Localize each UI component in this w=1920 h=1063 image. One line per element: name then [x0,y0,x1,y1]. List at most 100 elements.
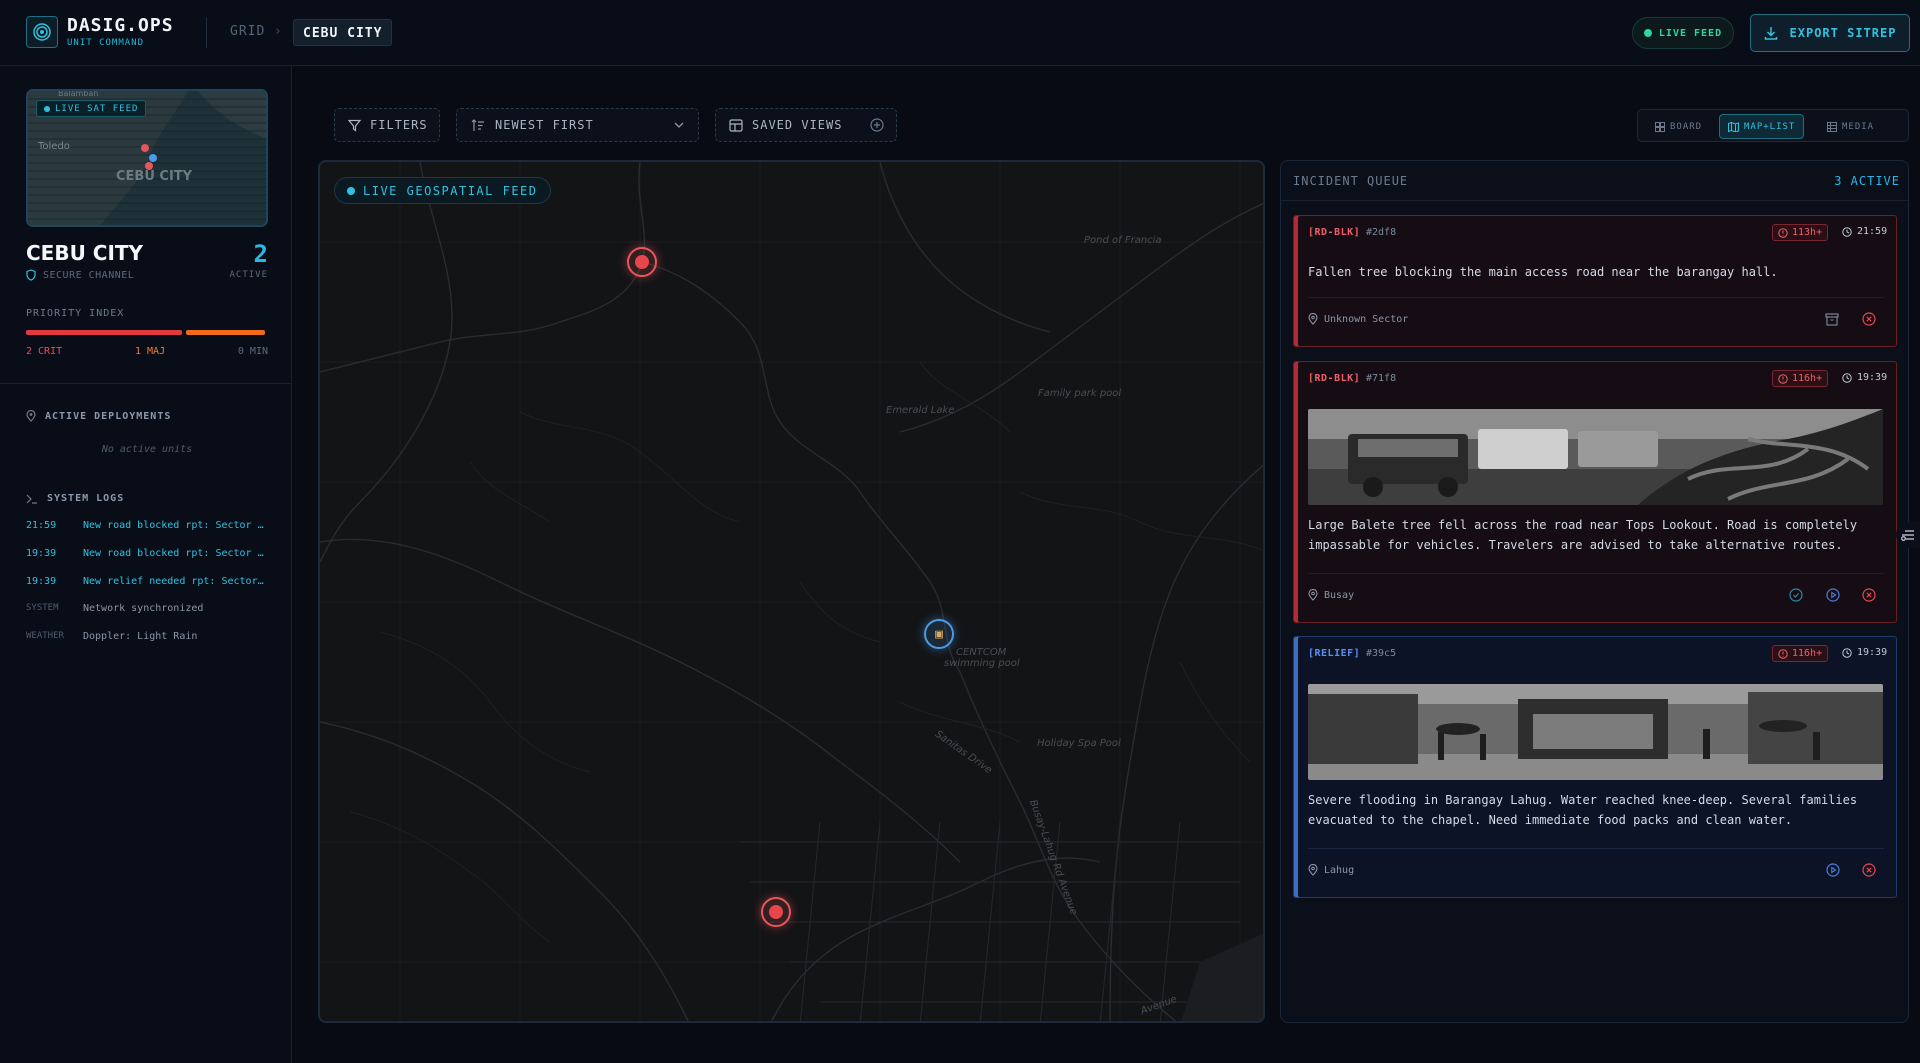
incident-location: Unknown Sector [1308,313,1408,325]
no-units-message: No active units [101,444,193,455]
map-label: swimming pool [944,658,1020,669]
filters-button[interactable]: FILTERS [334,108,440,142]
log-time: 19:39 [26,576,57,587]
age-label: 116h+ [1792,373,1823,384]
panel-settings-handle[interactable] [1896,522,1920,548]
log-entry[interactable]: 19:39 New relief needed rpt: Sector… [26,576,276,587]
incident-time: 19:39 [1842,647,1887,658]
age-badge: 113h+ [1772,224,1829,241]
map-label: Emerald Lake [886,405,955,416]
age-label: 116h+ [1792,648,1823,659]
view-map-list-button[interactable]: MAP+LIST [1719,114,1805,139]
clock-icon [1842,226,1852,237]
log-time: SYSTEM [26,603,59,613]
breadcrumb-grid[interactable]: GRID [230,24,265,39]
divider [206,18,207,48]
play-icon[interactable] [1825,862,1841,878]
view-media-label: MEDIA [1842,121,1875,132]
view-media-button[interactable]: MEDIA [1827,114,1874,139]
sort-label: NEWEST FIRST [495,118,594,132]
incident-pin-relief[interactable]: ▣ [924,619,954,649]
dismiss-icon[interactable] [1861,587,1877,603]
incident-card[interactable]: [RD-BLK] #71f8 116h+ 19:39 Large Balete … [1293,361,1897,623]
incident-card[interactable]: [RD-BLK] #2df8 113h+ 21:59 Fallen tree b… [1293,215,1897,347]
minimap-label-balamban: Balamban [58,89,99,98]
map-label: CENTCOM [956,647,1007,658]
map-icon [1728,121,1739,132]
priority-crit-label: 2 CRIT [26,346,63,357]
satellite-minimap[interactable]: Toledo CEBU CITY Balamban LIVE SAT FEED [26,89,268,227]
play-icon[interactable] [1825,587,1841,603]
export-sitrep-label: EXPORT SITREP [1789,26,1897,40]
chevron-down-icon [674,122,684,128]
grid-icon [1655,121,1665,132]
live-feed-indicator: LIVE FEED [1632,17,1734,49]
map-label: Pond of Francia [1084,235,1162,246]
incident-time: 21:59 [1842,226,1887,237]
sat-dot-icon [44,105,50,112]
card-divider [1308,297,1884,298]
priority-bar-critical [26,330,182,335]
saved-views-button[interactable]: SAVED VIEWS [715,108,897,142]
incident-description: Fallen tree blocking the main access roa… [1308,265,1778,279]
active-deployments-title: ACTIVE DEPLOYMENTS [45,410,172,422]
log-message: Network synchronized [83,603,204,614]
sidebar: Toledo CEBU CITY Balamban LIVE SAT FEED … [0,66,292,1063]
incident-photo-flooding[interactable] [1308,684,1883,780]
incident-location: Lahug [1308,864,1354,876]
incident-tag: [RD-BLK] [1308,373,1361,384]
dismiss-icon[interactable] [1861,311,1877,327]
incident-pin-roadblock[interactable] [761,897,791,927]
age-label: 113h+ [1792,227,1823,238]
package-icon: ▣ [935,626,943,642]
export-sitrep-button[interactable]: EXPORT SITREP [1750,14,1910,52]
add-circle-icon[interactable] [870,118,884,132]
check-icon[interactable] [1788,587,1804,603]
sort-select[interactable]: NEWEST FIRST [456,108,699,142]
location-label: Busay [1324,589,1355,601]
clock-icon [1842,647,1852,658]
incident-description: Large Balete tree fell across the road n… [1308,518,1858,552]
time-label: 19:39 [1857,372,1888,383]
card-divider [1308,848,1884,849]
minimap-label-toledo: Toledo [38,141,70,152]
incident-id: #71f8 [1366,373,1397,384]
priority-index-title: PRIORITY INDEX [26,308,125,319]
sliders-icon [1901,530,1914,541]
priority-min-label: 0 MIN [237,346,268,357]
log-time: 21:59 [26,520,57,531]
layout-icon [729,118,743,132]
live-geospatial-label: LIVE GEOSPATIAL FEED [363,183,538,198]
terminal-icon [26,494,37,504]
log-entry: WEATHER Doppler: Light Rain [26,631,276,642]
geospatial-map[interactable]: Pond of Francia Emerald Lake Family park… [318,160,1265,1023]
log-time: 19:39 [26,548,57,559]
log-message: Doppler: Light Rain [83,631,198,642]
minimap-label-cebu: CEBU CITY [116,169,193,184]
breadcrumb-separator: › [274,24,282,39]
radar-logo-icon [26,16,58,48]
filters-label: FILTERS [370,118,428,132]
city-name: CEBU CITY [26,241,144,265]
alert-icon [1778,227,1788,238]
incident-card[interactable]: [RELIEF] #39c5 116h+ 19:39 Severe floodi… [1293,636,1897,898]
pin-icon [26,410,36,422]
archive-icon[interactable] [1824,311,1840,327]
sidebar-divider [0,383,292,384]
log-entry[interactable]: 21:59 New road blocked rpt: Sector … [26,520,276,531]
incident-pin-roadblock[interactable] [627,247,657,277]
log-entry[interactable]: 19:39 New road blocked rpt: Sector … [26,548,276,559]
app-subtitle: UNIT COMMAND [67,38,145,48]
geo-dot-icon [347,186,355,195]
queue-divider [1281,200,1908,201]
location-label: Unknown Sector [1324,313,1409,325]
incident-description: Severe flooding in Barangay Lahug. Water… [1308,793,1858,827]
system-logs-title: SYSTEM LOGS [47,493,125,504]
pin-icon [1308,864,1318,876]
view-board-button[interactable]: BOARD [1655,114,1702,139]
view-board-label: BOARD [1670,121,1703,132]
incident-id: #39c5 [1366,648,1397,659]
dismiss-icon[interactable] [1861,862,1877,878]
pin-icon [1308,589,1318,601]
incident-photo-fallen-tree[interactable] [1308,409,1883,505]
